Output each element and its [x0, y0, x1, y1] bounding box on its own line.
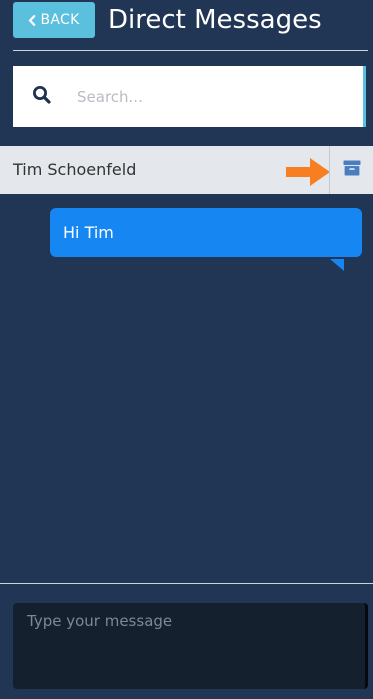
- conversation-name: Tim Schoenfeld: [13, 160, 137, 179]
- header: BACK Direct Messages: [0, 0, 373, 52]
- arrow-right-icon: [286, 157, 332, 187]
- chevron-left-icon: [28, 14, 36, 26]
- message-bubble-tail: [330, 256, 344, 271]
- archive-icon: [343, 160, 361, 180]
- search-input[interactable]: [75, 81, 349, 113]
- message-bubble: Hi Tim: [50, 208, 362, 257]
- message-composer: [13, 603, 368, 689]
- message-input[interactable]: [13, 603, 365, 689]
- back-label: BACK: [40, 12, 80, 28]
- back-button[interactable]: BACK: [13, 2, 95, 38]
- header-divider: [13, 50, 368, 51]
- search-icon: [31, 84, 53, 106]
- search-box: [13, 66, 366, 127]
- footer-divider: [0, 583, 373, 584]
- page-title: Direct Messages: [108, 5, 322, 35]
- archive-button[interactable]: [329, 146, 373, 194]
